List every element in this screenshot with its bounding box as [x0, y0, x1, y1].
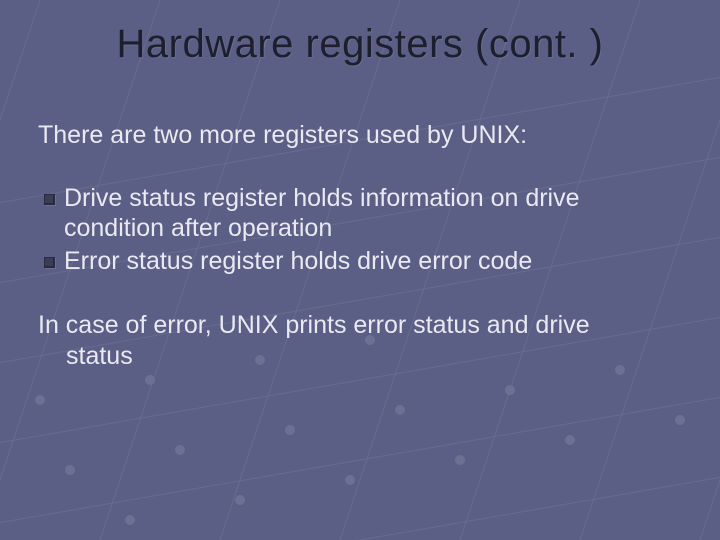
- intro-text: There are two more registers used by UNI…: [38, 120, 682, 151]
- closing-line-1: In case of error, UNIX prints error stat…: [38, 311, 590, 339]
- slide-title: Hardware registers (cont. ): [0, 22, 720, 67]
- closing-line-2: status: [38, 341, 682, 372]
- slide: Hardware registers (cont. ) There are tw…: [0, 0, 720, 540]
- closing-text: In case of error, UNIX prints error stat…: [38, 310, 682, 371]
- bullet-text: Error status register holds drive error …: [64, 247, 532, 275]
- bullet-text: Drive status register holds information …: [64, 184, 580, 243]
- slide-body: There are two more registers used by UNI…: [38, 120, 682, 371]
- list-item: Drive status register holds information …: [38, 183, 682, 244]
- bullet-list: Drive status register holds information …: [38, 183, 682, 277]
- list-item: Error status register holds drive error …: [38, 246, 682, 277]
